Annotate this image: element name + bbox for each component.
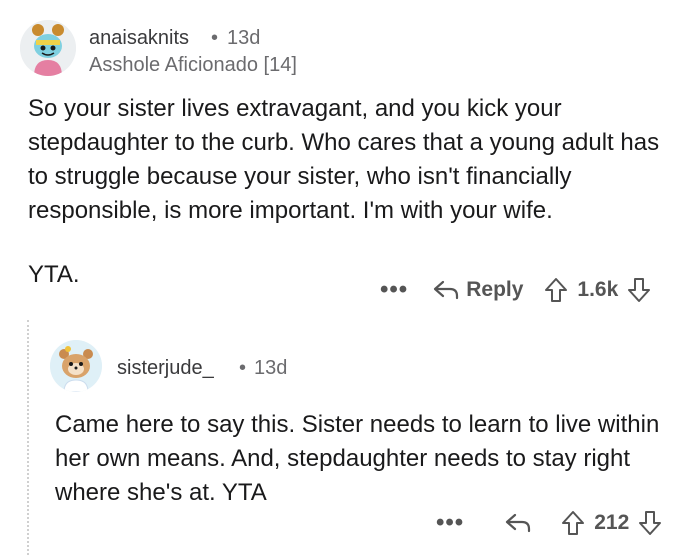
more-options-button[interactable]: ••• [380,278,408,302]
comment-username[interactable]: sisterjude_ [117,357,214,380]
reply-arrow-icon [434,280,459,300]
comment-body: So your sister lives extravagant, and yo… [28,92,678,292]
comment-paragraph: Came here to say this. Sister needs to l… [55,411,660,506]
reply-button[interactable]: Reply [432,278,523,302]
comment-age: 13d [227,27,261,49]
comment-action-bar: ••• Reply 1.6k [380,272,652,308]
snoo-avatar-icon [50,340,102,392]
reply-button[interactable] [504,511,532,535]
meta-separator: • [211,27,219,49]
upvote-arrow-icon [562,511,585,535]
reply-label: Reply [466,278,524,301]
vote-score: 1.6k [577,278,619,301]
upvote-button[interactable] [560,509,586,537]
reply-arrow-icon [506,513,531,533]
user-flair: Asshole Aficionado [14] [89,54,297,76]
more-dots-icon: ••• [436,509,465,536]
downvote-arrow-icon [639,511,662,535]
more-dots-icon: ••• [380,276,409,303]
meta-separator: • [239,357,247,379]
comment-username[interactable]: anaisaknits [89,27,189,50]
more-options-button[interactable]: ••• [436,511,464,535]
downvote-button[interactable] [637,509,663,537]
upvote-button[interactable] [543,276,569,304]
snoo-avatar-icon [20,20,76,76]
downvote-arrow-icon [628,278,651,302]
upvote-arrow-icon [545,278,568,302]
user-avatar[interactable] [20,20,76,76]
user-avatar[interactable] [50,340,102,392]
downvote-button[interactable] [626,276,652,304]
comment-action-bar: ••• 212 [436,505,663,541]
comment-age: 13d [254,357,288,379]
comment-paragraph: So your sister lives extravagant, and yo… [28,95,660,224]
thread-line[interactable] [27,320,29,555]
vote-score: 212 [594,511,630,534]
comment-body: Came here to say this. Sister needs to l… [55,408,675,510]
